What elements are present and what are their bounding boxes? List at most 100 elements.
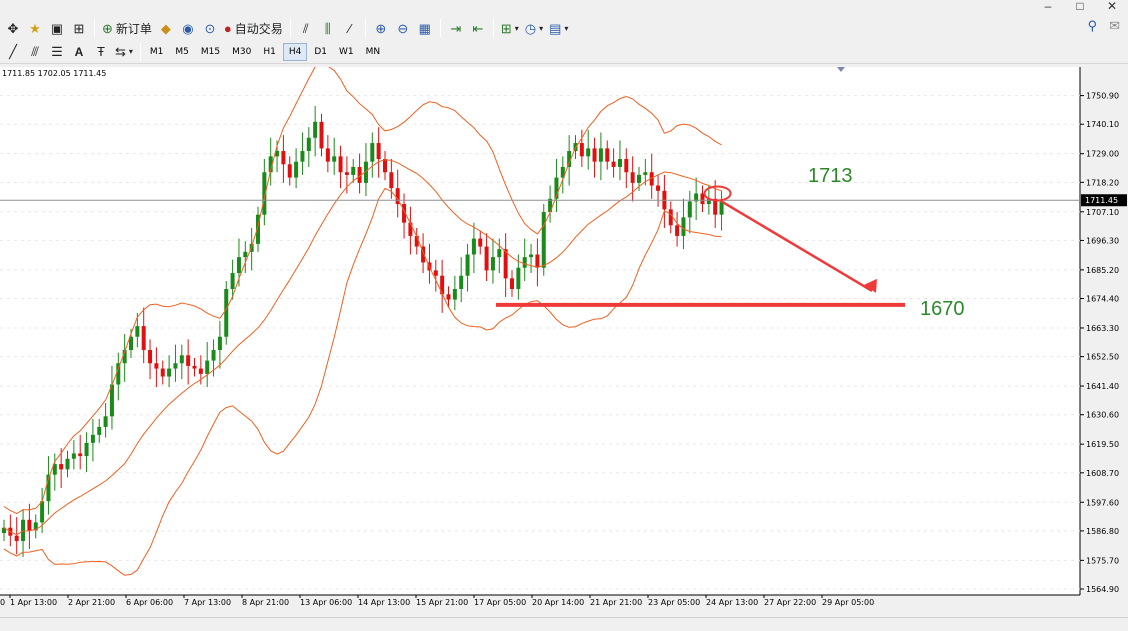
candle-body <box>14 535 19 541</box>
line-chart-icon[interactable]: ∕ <box>339 18 361 38</box>
y-tick-label: 1597.60 <box>1086 498 1119 507</box>
zoom-out-icon[interactable]: ⊖ <box>392 18 414 38</box>
candle-body <box>497 249 502 258</box>
candle-body <box>516 267 521 289</box>
candle-body <box>325 148 330 162</box>
x-tick-label: 17 Apr 05:00 <box>474 598 526 607</box>
candle-body <box>624 158 629 173</box>
channel-tool-icon[interactable]: ⫻ <box>24 42 46 62</box>
x-tick-label: 13 Apr 06:00 <box>300 598 352 607</box>
timeframe-bar: M1 M5 M15 M30 H1 H4 D1 W1 MN <box>145 42 386 61</box>
radio-icon[interactable]: ⊙ <box>199 18 221 38</box>
y-tick-label: 1674.40 <box>1086 295 1119 304</box>
line-tool-icon[interactable]: ╱ <box>2 42 24 62</box>
y-tick-label: 1564.90 <box>1086 585 1119 594</box>
x-tick-label: 21 Apr 21:00 <box>590 598 642 607</box>
autoscroll-icon[interactable]: ⇤ <box>467 18 489 38</box>
gold-icon[interactable]: ◆ <box>155 18 177 38</box>
close-button[interactable]: ✕ <box>1096 0 1128 14</box>
zoom-in-icon[interactable]: ⊕ <box>370 18 392 38</box>
candle-body <box>656 185 661 191</box>
candlestick-chart-icon[interactable]: ⫼ <box>317 18 339 38</box>
favorites-icon[interactable]: ★ <box>24 18 46 38</box>
candle-body <box>90 434 95 443</box>
navigator-icon[interactable]: ⊞ <box>68 18 90 38</box>
candle-body <box>598 148 603 162</box>
auto-trade-button[interactable]: ● 自动交易 <box>221 18 286 38</box>
candle-body <box>313 121 318 138</box>
search-icon[interactable]: ⚲ <box>1088 18 1098 34</box>
candle-body <box>103 416 108 427</box>
candle-body <box>148 349 153 364</box>
signals-icon[interactable]: ◉ <box>177 18 199 38</box>
toolbar-divider <box>364 19 366 37</box>
timeframe-h4[interactable]: H4 <box>282 42 308 61</box>
text-tool-button[interactable]: A <box>68 42 90 62</box>
y-tick-label: 1685.20 <box>1086 266 1119 275</box>
market-watch-icon[interactable]: ▣ <box>46 18 68 38</box>
bar-chart-icon[interactable]: ⫽ <box>295 18 317 38</box>
candle-body <box>236 257 241 274</box>
candle-body <box>617 158 622 167</box>
candle-body <box>167 368 172 377</box>
candle-body <box>592 148 597 162</box>
plot-area <box>0 67 1080 595</box>
candle-body <box>668 209 673 226</box>
candle-body <box>452 288 457 300</box>
x-tick-label: 27 Apr 22:00 <box>764 598 816 607</box>
candle-body <box>230 273 235 289</box>
indicators-icon[interactable]: ⊞ ▾ <box>498 18 522 38</box>
minimize-button[interactable]: – <box>1032 0 1064 14</box>
x-tick-label: 29 Apr 05:00 <box>822 598 874 607</box>
templates-icon[interactable]: ▤ ▾ <box>546 18 571 38</box>
crosshair-nav-icon[interactable]: ✥ <box>2 18 24 38</box>
timeframe-mn[interactable]: MN <box>361 43 386 61</box>
timeframe-m30[interactable]: M30 <box>227 43 256 61</box>
timeframe-m15[interactable]: M15 <box>196 43 225 61</box>
timeframe-m5[interactable]: M5 <box>170 43 194 61</box>
candle-body <box>383 158 387 173</box>
timeframe-d1[interactable]: D1 <box>309 43 332 61</box>
chart-window[interactable]: 1750.90 1740.10 1729.00 1718.20 1707.10 1696.… <box>0 67 1128 617</box>
tile-windows-icon[interactable]: ▦ <box>414 18 436 38</box>
x-tick-label: 8 Apr 21:00 <box>242 598 289 607</box>
candle-body <box>351 166 356 175</box>
maximize-button[interactable]: □ <box>1064 0 1096 14</box>
main-toolbar: ✥ ★ ▣ ⊞ ⊕ 新订单 ◆ ◉ ⊙ ● 自动交易 ⫽ ⫼ ∕ ⊕ ⊖ ▦ ⇥ ⇤… <box>0 16 1128 40</box>
candle-body <box>294 161 299 178</box>
toolbar-divider <box>94 19 95 37</box>
candle-body <box>637 174 641 183</box>
y-tick-label: 1586.80 <box>1086 527 1119 536</box>
x-tick-label: 14 Apr 13:00 <box>358 598 410 607</box>
arrows-tool-icon[interactable]: ⇆ ▾ <box>112 42 136 62</box>
chart-shift-icon[interactable]: ⇥ <box>445 18 467 38</box>
x-tick-label: 15 Apr 21:00 <box>416 598 468 607</box>
candle-body <box>338 156 343 173</box>
candle-body <box>446 294 451 300</box>
timeframe-w1[interactable]: W1 <box>334 43 359 61</box>
candle-body <box>40 501 45 523</box>
new-order-button[interactable]: ⊕ 新订单 <box>99 18 155 38</box>
x-tick-label: 6 Apr 06:00 <box>126 598 173 607</box>
candle-body <box>611 161 616 167</box>
candle-body <box>141 326 146 350</box>
drawing-toolbar: ╱ ⫻ ☰ A Ŧ ⇆ ▾ M1 M5 M15 M30 H1 H4 D1 W1 MN <box>0 40 1128 64</box>
x-tick-label: 7 Apr 13:00 <box>184 598 231 607</box>
candle-body <box>173 363 178 369</box>
text-label-tool-icon[interactable]: Ŧ <box>90 42 112 62</box>
candle-body <box>376 143 381 159</box>
candle-body <box>535 254 540 268</box>
candle-body <box>224 288 229 337</box>
chat-icon[interactable]: ✉ <box>1109 18 1120 34</box>
periods-icon[interactable]: ◷ ▾ <box>522 18 546 38</box>
fibonacci-tool-icon[interactable]: ☰ <box>46 42 68 62</box>
timeframe-h1[interactable]: H1 <box>258 43 281 61</box>
timeframe-m1[interactable]: M1 <box>145 43 169 61</box>
y-tick-label: 1729.00 <box>1086 150 1119 159</box>
price-chart[interactable]: 1750.90 1740.10 1729.00 1718.20 1707.10 1696.… <box>0 67 1128 617</box>
toolbar-divider <box>439 19 441 37</box>
candle-body <box>630 172 635 183</box>
candle-body <box>198 368 203 374</box>
toolbar-divider <box>492 19 494 37</box>
candle-body <box>408 222 413 236</box>
